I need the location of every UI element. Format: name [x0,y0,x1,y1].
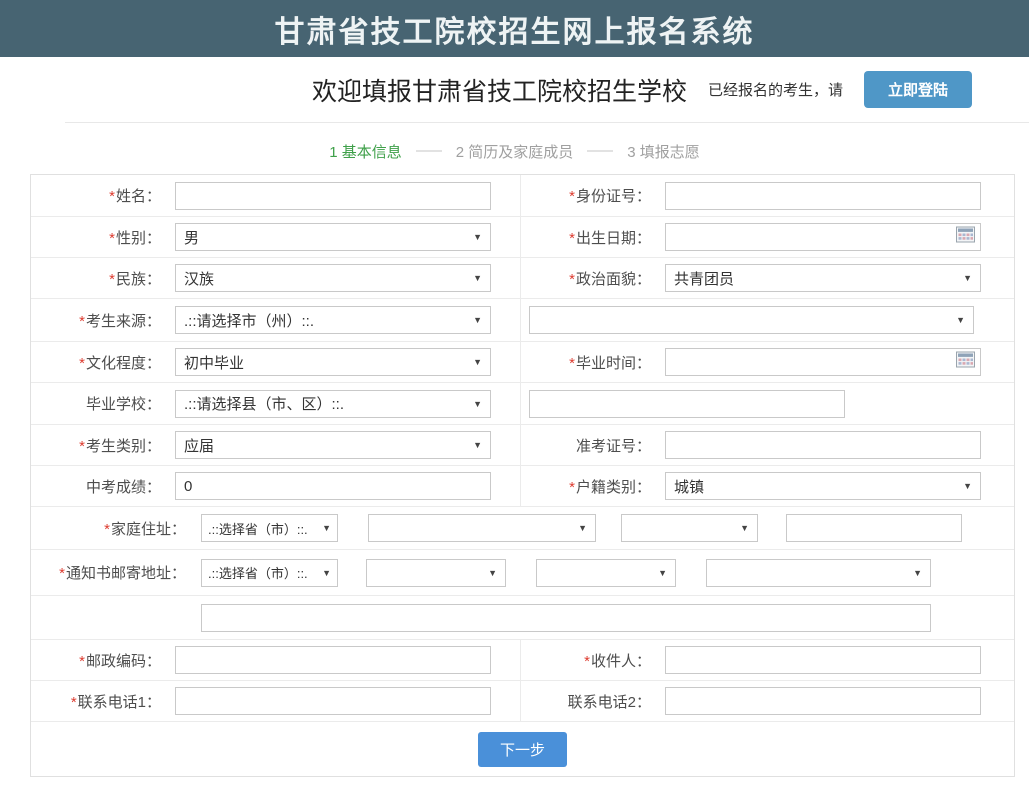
divider [65,122,1029,123]
chevron-down-icon: ▼ [473,273,482,283]
registration-form: *姓名： *身份证号： *性别： 男 ▼ *出生日期： [30,174,1015,777]
phone1-label: *联系电话1： [31,691,161,712]
recipient-label: *收件人： [521,650,651,671]
chevron-down-icon: ▼ [578,523,587,533]
postal-code-input[interactable] [175,646,491,674]
form-actions-row: 下一步 [31,721,1014,776]
chevron-down-icon: ▼ [473,315,482,325]
home-address-province-select[interactable]: .::选择省（市）::. ▼ [201,514,338,542]
form-row: *考生来源： .::请选择市（州）::. ▼ ▼ [31,298,1014,341]
id-number-label: *身份证号： [521,185,651,206]
chevron-down-icon: ▼ [322,523,331,533]
form-row: *民族： 汉族 ▼ *政治面貌： 共青团员 ▼ [31,257,1014,298]
mail-address-label: *通知书邮寄地址： [31,562,186,583]
chevron-down-icon: ▼ [740,523,749,533]
candidate-origin-county-select[interactable]: ▼ [529,306,974,334]
education-level-select[interactable]: 初中毕业 ▼ [175,348,491,376]
home-address-label: *家庭住址： [31,518,186,539]
graduation-school-name-input[interactable] [529,390,845,418]
chevron-down-icon: ▼ [913,568,922,578]
ethnicity-label: *民族： [31,268,161,289]
already-registered-note: 已经报名的考生，请 [708,79,843,100]
form-row [31,595,1014,639]
welcome-bar: 欢迎填报甘肃省技工院校招生学校 已经报名的考生，请 立即登陆 [0,57,1029,122]
chevron-down-icon: ▼ [963,481,972,491]
household-type-select[interactable]: 城镇 ▼ [665,472,981,500]
ethnicity-select[interactable]: 汉族 ▼ [175,264,491,292]
mail-address-province-select[interactable]: .::选择省（市）::. ▼ [201,559,338,587]
form-row: 中考成绩： *户籍类别： 城镇 ▼ [31,465,1014,506]
chevron-down-icon: ▼ [658,568,667,578]
step-indicator: 1 基本信息 2 简历及家庭成员 3 填报志愿 [0,140,1029,162]
calendar-icon[interactable] [956,352,975,373]
name-input[interactable] [175,182,491,210]
birth-date-input[interactable] [665,223,981,251]
phone1-input[interactable] [175,687,491,715]
tab-step-1-basic-info[interactable]: 1 基本信息 [329,141,402,162]
mail-address-city-select[interactable]: ▼ [366,559,506,587]
chevron-down-icon: ▼ [963,273,972,283]
form-row: *家庭住址： .::选择省（市）::. ▼ ▼ ▼ [31,506,1014,549]
id-number-input[interactable] [665,182,981,210]
step-separator [416,150,442,152]
gender-select[interactable]: 男 ▼ [175,223,491,251]
form-row: *考生类别： 应届 ▼ 准考证号： [31,424,1014,465]
education-level-label: *文化程度： [31,352,161,373]
graduation-school-county-select[interactable]: .::请选择县（市、区）::. ▼ [175,390,491,418]
phone2-label: 联系电话2： [521,691,651,712]
exam-number-input[interactable] [665,431,981,459]
home-address-detail-input[interactable] [786,514,962,542]
candidate-type-label: *考生类别： [31,435,161,456]
chevron-down-icon: ▼ [956,315,965,325]
phone2-input[interactable] [665,687,981,715]
step-separator [587,150,613,152]
candidate-type-select[interactable]: 应届 ▼ [175,431,491,459]
form-row: *通知书邮寄地址： .::选择省（市）::. ▼ ▼ ▼ ▼ [31,549,1014,595]
welcome-heading: 欢迎填报甘肃省技工院校招生学校 [312,72,687,108]
mail-address-detail-input[interactable] [201,604,931,632]
candidate-origin-label: *考生来源： [31,310,161,331]
exam-number-label: 准考证号： [521,435,651,456]
household-type-label: *户籍类别： [521,476,651,497]
recipient-input[interactable] [665,646,981,674]
graduation-date-input[interactable] [665,348,981,376]
login-button[interactable]: 立即登陆 [864,71,972,108]
mail-address-county-select[interactable]: ▼ [536,559,676,587]
form-row: *邮政编码： *收件人： [31,639,1014,680]
graduation-school-label: 毕业学校： [31,393,161,414]
home-address-city-select[interactable]: ▼ [368,514,596,542]
postal-code-label: *邮政编码： [31,650,161,671]
graduation-date-label: *毕业时间： [521,352,651,373]
political-status-select[interactable]: 共青团员 ▼ [665,264,981,292]
name-label: *姓名： [31,185,161,206]
chevron-down-icon: ▼ [473,357,482,367]
birth-date-label: *出生日期： [521,227,651,248]
tab-step-3-preferences[interactable]: 3 填报志愿 [627,141,700,162]
form-row: *性别： 男 ▼ *出生日期： [31,216,1014,257]
exam-score-input[interactable] [175,472,491,500]
calendar-icon[interactable] [956,227,975,248]
chevron-down-icon: ▼ [488,568,497,578]
political-status-label: *政治面貌： [521,268,651,289]
mail-address-town-select[interactable]: ▼ [706,559,931,587]
home-address-county-select[interactable]: ▼ [621,514,758,542]
gender-label: *性别： [31,227,161,248]
tab-step-2-resume-family[interactable]: 2 简历及家庭成员 [456,141,574,162]
chevron-down-icon: ▼ [473,399,482,409]
form-row: *联系电话1： 联系电话2： [31,680,1014,721]
candidate-origin-city-select[interactable]: .::请选择市（州）::. ▼ [175,306,491,334]
chevron-down-icon: ▼ [473,440,482,450]
form-row: *文化程度： 初中毕业 ▼ *毕业时间： [31,341,1014,382]
exam-score-label: 中考成绩： [31,476,161,497]
app-header: 甘肃省技工院校招生网上报名系统 [0,0,1029,57]
form-row: 毕业学校： .::请选择县（市、区）::. ▼ [31,382,1014,424]
form-row: *姓名： *身份证号： [31,175,1014,216]
chevron-down-icon: ▼ [473,232,482,242]
app-title: 甘肃省技工院校招生网上报名系统 [275,7,755,51]
chevron-down-icon: ▼ [322,568,331,578]
next-step-button[interactable]: 下一步 [478,732,567,767]
